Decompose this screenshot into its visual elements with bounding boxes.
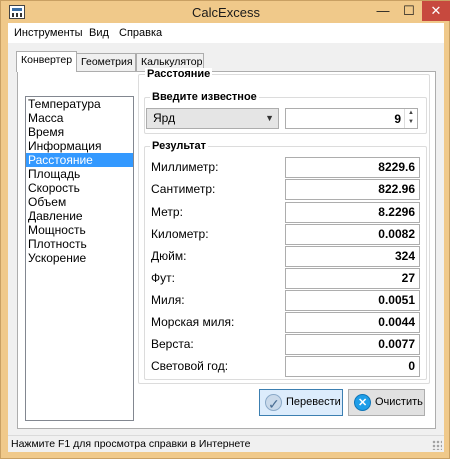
result-label: Сантиметр:	[151, 182, 216, 196]
chevron-down-icon: ▼	[265, 113, 274, 123]
clear-button-label: Очистить	[375, 396, 423, 408]
result-label: Миля:	[151, 293, 185, 307]
convert-button-label: Перевести	[286, 396, 341, 408]
result-value: 27	[285, 268, 420, 289]
result-value: 0.0044	[285, 312, 420, 333]
list-item[interactable]: Время	[26, 125, 133, 139]
list-item[interactable]: Давление	[26, 209, 133, 223]
result-value: 0.0051	[285, 290, 420, 311]
list-item[interactable]: Ускорение	[26, 251, 133, 265]
result-label: Миллиметр:	[151, 160, 219, 174]
result-label: Метр:	[151, 205, 183, 219]
result-label: Фут:	[151, 271, 175, 285]
tab-geometry[interactable]: Геометрия	[76, 53, 136, 71]
list-item[interactable]: Плотность	[26, 237, 133, 251]
result-label: Верста:	[151, 337, 194, 351]
unit-select-value: Ярд	[153, 111, 176, 125]
status-text: Нажмите F1 для просмотра справки в Интер…	[11, 438, 251, 450]
convert-button[interactable]: Перевести	[259, 389, 343, 417]
maximize-button[interactable]: ☐	[396, 1, 422, 21]
value-stepper-value: 9	[394, 112, 401, 126]
menu-help[interactable]: Справка	[119, 27, 162, 39]
stepper-up-icon[interactable]: ▲	[405, 109, 417, 118]
result-label: Световой год:	[151, 359, 229, 373]
resize-grip-icon[interactable]	[432, 440, 442, 450]
result-group-title: Результат	[150, 140, 209, 152]
list-item[interactable]: Информация	[26, 139, 133, 153]
clear-icon	[354, 391, 371, 416]
input-group-title: Введите известное	[150, 91, 259, 103]
result-label: Морская миля:	[151, 315, 235, 329]
stepper-down-icon[interactable]: ▼	[405, 118, 417, 127]
group-title: Расстояние	[145, 68, 213, 80]
list-item[interactable]: Скорость	[26, 181, 133, 195]
app-window: CalcExcess — ☐ ✕ Инструменты Вид Справка…	[0, 0, 450, 459]
category-list[interactable]: Температура Масса Время Информация Расст…	[25, 96, 134, 421]
result-label: Дюйм:	[151, 249, 187, 263]
list-item-selected[interactable]: Расстояние	[26, 153, 133, 167]
list-item[interactable]: Площадь	[26, 167, 133, 181]
result-value: 8.2296	[285, 202, 420, 223]
menu-view[interactable]: Вид	[89, 27, 109, 39]
result-value: 8229.6	[285, 157, 420, 178]
stepper-buttons: ▲ ▼	[404, 109, 417, 128]
checkmark-icon	[265, 392, 282, 417]
list-item[interactable]: Масса	[26, 111, 133, 125]
result-value: 0.0082	[285, 224, 420, 245]
list-item[interactable]: Мощность	[26, 223, 133, 237]
close-button[interactable]: ✕	[422, 1, 450, 21]
menu-tools[interactable]: Инструменты	[14, 27, 83, 39]
clear-button[interactable]: Очистить	[348, 389, 425, 416]
result-value: 324	[285, 246, 420, 267]
tab-converter[interactable]: Конвертер	[16, 51, 77, 72]
value-stepper[interactable]: 9 ▲ ▼	[285, 108, 418, 129]
title-bar[interactable]: CalcExcess — ☐ ✕	[1, 1, 450, 23]
result-value: 0.0077	[285, 334, 420, 355]
status-bar: Нажмите F1 для просмотра справки в Интер…	[8, 435, 444, 452]
result-label: Километр:	[151, 227, 209, 241]
unit-select[interactable]: Ярд ▼	[146, 108, 279, 129]
menu-bar: Инструменты Вид Справка	[8, 23, 444, 43]
list-item[interactable]: Температура	[26, 97, 133, 111]
result-value: 0	[285, 356, 420, 377]
list-item[interactable]: Объем	[26, 195, 133, 209]
result-value: 822.96	[285, 179, 420, 200]
minimize-button[interactable]: —	[370, 1, 396, 21]
